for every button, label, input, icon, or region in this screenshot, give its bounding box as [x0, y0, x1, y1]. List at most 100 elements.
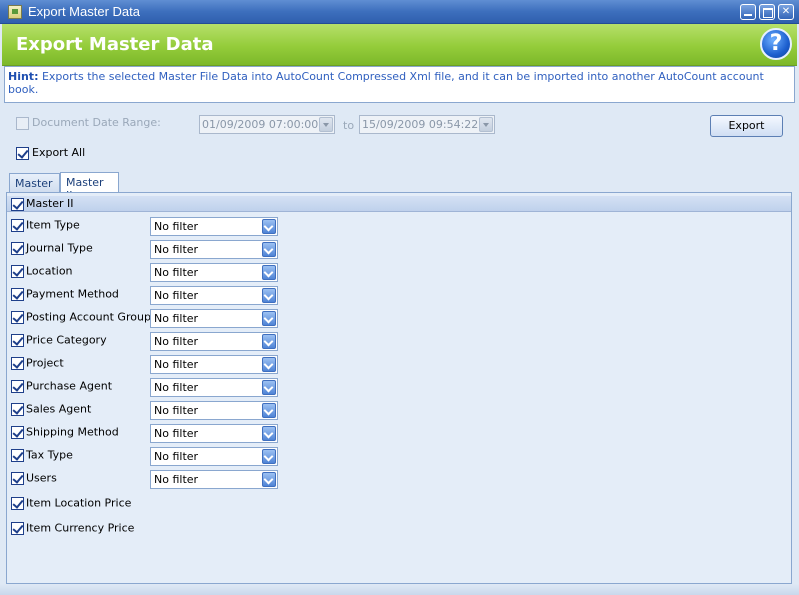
tax-type-checkbox[interactable] [11, 448, 24, 462]
row-label: Item Location Price [26, 496, 132, 510]
date-to-value: 15/09/2009 09:54:22 [362, 118, 479, 131]
purchase-agent-checkbox[interactable] [11, 379, 24, 393]
maximize-button[interactable] [759, 4, 775, 20]
tab-master-ii[interactable]: Master II [60, 172, 119, 202]
chevron-down-icon[interactable] [262, 472, 276, 487]
project-filter-select[interactable]: No filter [150, 355, 278, 374]
sales-agent-filter-select[interactable]: No filter [150, 401, 278, 420]
list-item[interactable]: Item Type [11, 218, 80, 237]
list-item[interactable]: Posting Account Group [11, 310, 151, 329]
list-item[interactable]: Payment Method [11, 287, 119, 306]
row-label: Payment Method [26, 287, 119, 301]
group-label: Master II [26, 197, 74, 210]
shipping-method-checkbox[interactable] [11, 425, 24, 439]
row-label: Item Type [26, 218, 80, 232]
location-checkbox[interactable] [11, 264, 24, 278]
minimize-button[interactable] [740, 4, 756, 20]
chevron-down-icon[interactable] [262, 426, 276, 441]
tax-type-filter-select[interactable]: No filter [150, 447, 278, 466]
row-label: Project [26, 356, 64, 370]
date-from-field[interactable]: 01/09/2009 07:00:00 [199, 115, 335, 134]
filter-value: No filter [154, 289, 199, 302]
status-strip [0, 584, 799, 595]
chevron-down-icon[interactable] [262, 449, 276, 464]
chevron-down-icon[interactable] [262, 403, 276, 418]
list-item[interactable]: Item Location Price [11, 496, 131, 515]
filter-value: No filter [154, 312, 199, 325]
row-label: Purchase Agent [26, 379, 113, 393]
list-item[interactable]: Tax Type [11, 448, 73, 467]
hint-label: Hint: [8, 70, 39, 83]
window-title: Export Master Data [28, 4, 140, 19]
location-filter-select[interactable]: No filter [150, 263, 278, 282]
posting-account-group-checkbox[interactable] [11, 310, 24, 324]
shipping-method-filter-select[interactable]: No filter [150, 424, 278, 443]
item-location-price-checkbox[interactable] [11, 496, 24, 510]
project-checkbox[interactable] [11, 356, 24, 370]
users-filter-select[interactable]: No filter [150, 470, 278, 489]
list-item[interactable]: Shipping Method [11, 425, 119, 444]
filter-value: No filter [154, 243, 199, 256]
list-item[interactable]: Item Currency Price [11, 521, 134, 540]
chevron-down-icon[interactable] [262, 334, 276, 349]
list-item[interactable]: Journal Type [11, 241, 93, 260]
help-icon[interactable]: ? [760, 28, 792, 60]
chevron-down-icon[interactable] [262, 380, 276, 395]
payment-method-filter-select[interactable]: No filter [150, 286, 278, 305]
item-currency-price-checkbox[interactable] [11, 521, 24, 535]
list-item[interactable]: Location [11, 264, 73, 283]
list-item[interactable]: Project [11, 356, 64, 375]
row-label: Item Currency Price [26, 521, 135, 535]
chevron-down-icon[interactable] [262, 219, 276, 234]
date-to-label: to [343, 119, 355, 132]
date-range-checkbox[interactable] [16, 116, 29, 130]
row-label: Tax Type [26, 448, 73, 462]
price-category-filter-select[interactable]: No filter [150, 332, 278, 351]
item-type-filter-select[interactable]: No filter [150, 217, 278, 236]
filter-value: No filter [154, 427, 199, 440]
chevron-down-icon[interactable] [262, 288, 276, 303]
export-all-option[interactable]: Export All [16, 146, 85, 160]
chevron-down-icon[interactable] [262, 357, 276, 372]
chevron-down-icon[interactable] [262, 311, 276, 326]
sales-agent-checkbox[interactable] [11, 402, 24, 416]
item-type-checkbox[interactable] [11, 218, 24, 232]
users-checkbox[interactable] [11, 471, 24, 485]
date-range-label: Document Date Range: [32, 116, 161, 129]
app-icon [8, 5, 22, 19]
chevron-down-icon[interactable] [262, 265, 276, 280]
filter-value: No filter [154, 404, 199, 417]
date-to-field[interactable]: 15/09/2009 09:54:22 [359, 115, 495, 134]
filter-value: No filter [154, 381, 199, 394]
chevron-down-icon[interactable] [262, 242, 276, 257]
journal-type-checkbox[interactable] [11, 241, 24, 255]
date-range-option[interactable]: Document Date Range: [16, 116, 161, 130]
export-all-label: Export All [32, 146, 86, 159]
list-item[interactable]: Users [11, 471, 57, 490]
list-item[interactable]: Price Category [11, 333, 107, 352]
posting-account-group-filter-select[interactable]: No filter [150, 309, 278, 328]
row-label: Shipping Method [26, 425, 119, 439]
filter-value: No filter [154, 473, 199, 486]
date-from-dropdown-icon[interactable] [319, 117, 333, 132]
row-label: Location [26, 264, 73, 278]
row-label: Users [26, 471, 57, 485]
tab-master-i[interactable]: Master I [9, 173, 60, 203]
journal-type-filter-select[interactable]: No filter [150, 240, 278, 259]
row-label: Journal Type [26, 241, 93, 255]
list-item[interactable]: Purchase Agent [11, 379, 112, 398]
filter-value: No filter [154, 450, 199, 463]
date-to-dropdown-icon[interactable] [479, 117, 493, 132]
filter-value: No filter [154, 335, 199, 348]
export-all-checkbox[interactable] [16, 146, 29, 160]
filter-value: No filter [154, 220, 199, 233]
group-checkbox[interactable] [11, 197, 24, 211]
purchase-agent-filter-select[interactable]: No filter [150, 378, 278, 397]
price-category-checkbox[interactable] [11, 333, 24, 347]
export-button[interactable]: Export [710, 115, 783, 137]
close-button[interactable]: ✕ [778, 4, 794, 20]
list-item[interactable]: Sales Agent [11, 402, 91, 421]
payment-method-checkbox[interactable] [11, 287, 24, 301]
title-bar: Export Master Data ✕ [0, 0, 799, 24]
group-header-master-ii[interactable]: Master II [7, 196, 791, 212]
